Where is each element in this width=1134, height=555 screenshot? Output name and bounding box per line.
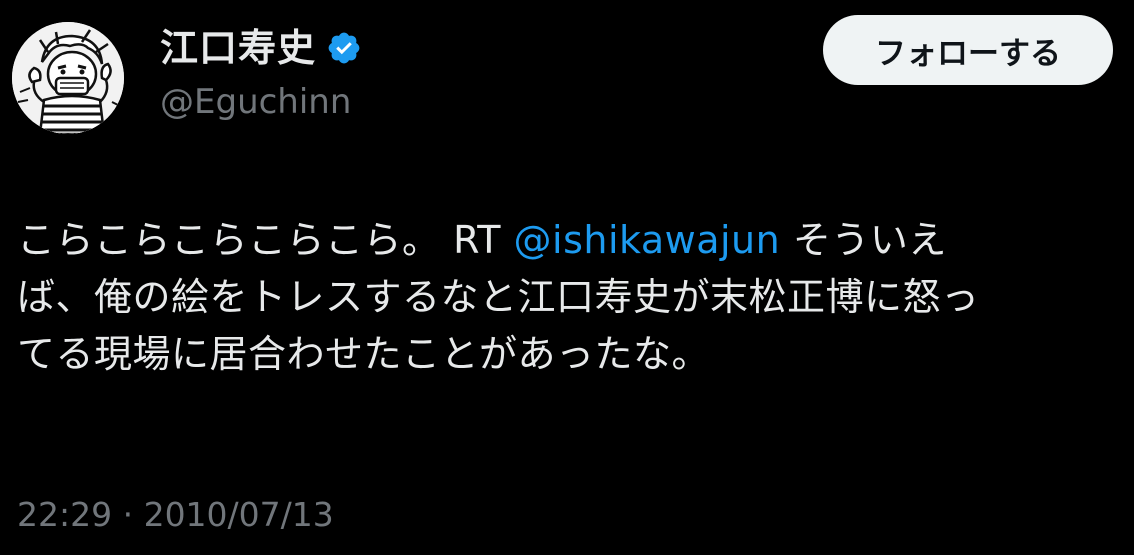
tweet-line-1: こらこらこらこらこら。 RT @ishikawajun そういえ — [17, 212, 1117, 269]
verified-badge-icon — [328, 32, 360, 64]
avatar[interactable] — [12, 22, 124, 134]
manga-character-avatar-icon — [12, 22, 124, 134]
tweet-line-3: てる現場に居合わせたことがあったな。 — [17, 332, 711, 376]
tweet-line-2: ば、俺の絵をトレスするなと江口寿史が末松正博に怒っ — [17, 275, 980, 319]
tweet-line-1-text: こらこらこらこらこら。 RT — [17, 218, 514, 262]
mention-link[interactable]: @ishikawajun — [514, 218, 781, 262]
author-handle[interactable]: @Eguchinn — [160, 80, 351, 124]
tweet-timestamp[interactable]: 22:29 · 2010/07/13 — [17, 492, 334, 538]
author-name-row[interactable]: 江口寿史 — [160, 22, 362, 74]
tweet-line-1-tail: そういえ — [780, 218, 947, 262]
follow-button[interactable]: フォローする — [823, 15, 1113, 85]
tweet-text: こらこらこらこらこら。 RT @ishikawajun そういえ ば、俺の絵をト… — [17, 212, 1117, 383]
author-display-name[interactable]: 江口寿史 — [160, 22, 316, 74]
